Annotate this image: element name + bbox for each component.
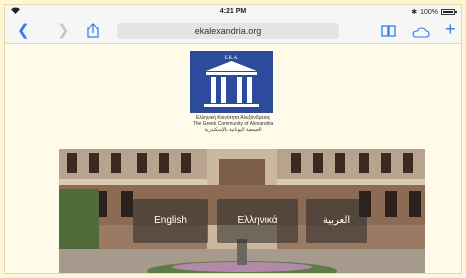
share-icon[interactable]	[87, 23, 99, 43]
forward-icon[interactable]: ❯	[57, 22, 70, 40]
browser-window: 4:21 PM ✱ 100% ❮ ❯ ekalexandria.org + Ε.…	[4, 4, 462, 274]
language-greek-button[interactable]: Ελληνικά	[217, 199, 298, 243]
logo-caption: Ελληνική Κοινότητα Αλεξάνδρειας The Gree…	[175, 115, 291, 133]
status-bar: 4:21 PM ✱ 100%	[5, 5, 461, 19]
battery-status: ✱ 100%	[411, 8, 457, 16]
language-english-button[interactable]: English	[133, 199, 208, 243]
back-icon[interactable]: ❮	[17, 22, 30, 40]
battery-icon	[441, 9, 457, 15]
web-page: Ε.Κ.Α. Ελληνική Κοινότητα Αλεξάνδρειας T…	[5, 44, 461, 273]
browser-toolbar: ❮ ❯ ekalexandria.org +	[5, 19, 461, 44]
eka-logo[interactable]: Ε.Κ.Α.	[190, 51, 273, 113]
cloud-tabs-icon[interactable]	[412, 25, 430, 43]
address-bar[interactable]: ekalexandria.org	[117, 23, 339, 39]
battery-fill	[443, 11, 453, 13]
new-tab-icon[interactable]: +	[445, 20, 456, 38]
bluetooth-icon: ✱	[411, 9, 418, 16]
logo-line-arabic: الجمعية اليونانية بالإسكندرية	[204, 127, 262, 133]
logo-abbr: Ε.Κ.Α.	[224, 56, 238, 61]
battery-percent: 100%	[420, 8, 438, 16]
bookmarks-icon[interactable]	[381, 24, 396, 42]
language-arabic-button[interactable]: العربية	[306, 199, 367, 243]
status-time: 4:21 PM	[219, 8, 247, 15]
